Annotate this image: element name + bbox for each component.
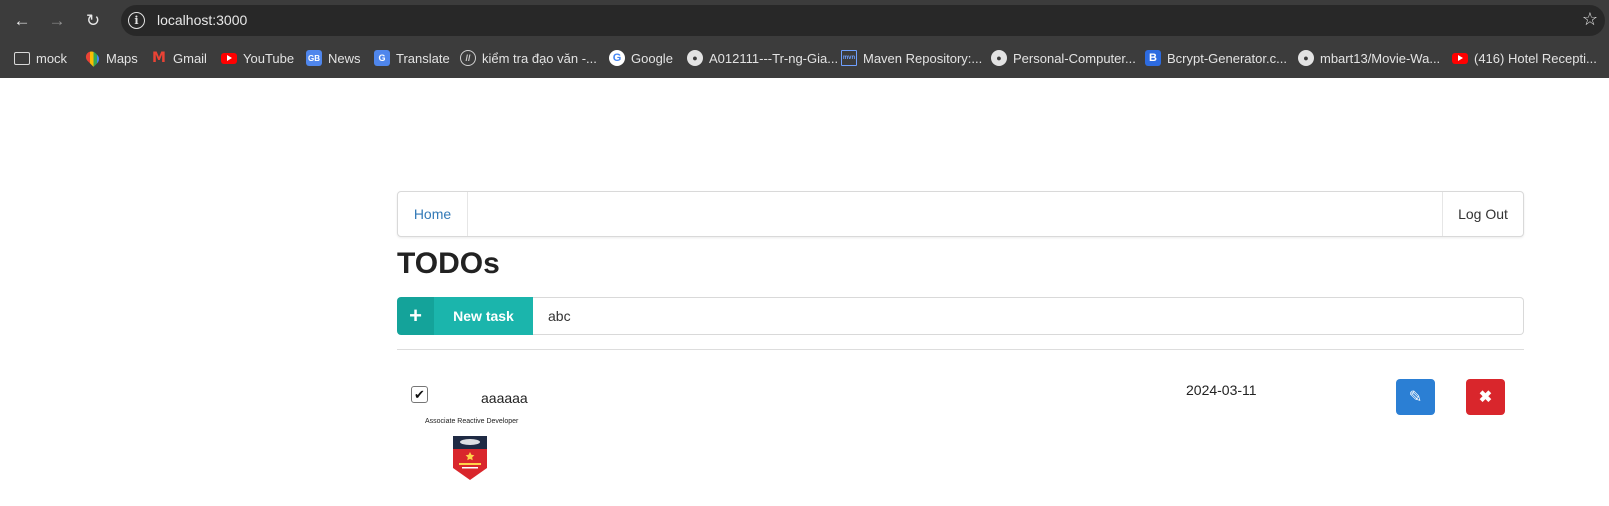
bookmark-star-icon[interactable]: ☆	[1582, 9, 1598, 30]
bookmark-plagiarism[interactable]: // kiểm tra đạo văn -...	[460, 48, 597, 68]
attachment-caption: Associate Reactive Developer	[425, 418, 519, 425]
bookmark-hotel-reception[interactable]: (416) Hotel Recepti...	[1452, 48, 1597, 68]
todo-list-item: ✔ aaaaaa 2024-03-11 ✎ ✖ Associate Reacti…	[397, 350, 1524, 500]
google-icon: G	[609, 50, 625, 66]
back-arrow-icon[interactable]: ←	[10, 9, 34, 33]
browser-chrome: ← → ↻ i localhost:3000 ☆ mock Maps M Gma…	[0, 0, 1609, 78]
nav-home-link[interactable]: Home	[398, 192, 468, 236]
edit-button[interactable]: ✎	[1396, 379, 1435, 415]
bookmark-youtube[interactable]: YouTube	[221, 48, 294, 68]
todo-date: 2024-03-11	[1186, 382, 1257, 398]
new-task-button[interactable]: New task	[434, 297, 533, 335]
pencil-icon: ✎	[1408, 389, 1423, 406]
browser-toolbar: ← → ↻ i localhost:3000 ☆	[0, 0, 1609, 40]
bookmark-label: mock	[36, 50, 68, 66]
bookmark-label: Maven Repository:...	[863, 50, 983, 66]
bcrypt-icon: B	[1145, 50, 1161, 66]
github-icon: ●	[991, 50, 1007, 66]
bookmark-label: Maps	[106, 50, 138, 66]
bookmark-github-repo[interactable]: ● A012111---Tr-ng-Gia...	[687, 48, 838, 68]
page-title: TODOs	[397, 247, 500, 280]
bookmark-label: YouTube	[243, 50, 295, 66]
plus-icon[interactable]: +	[397, 297, 434, 335]
bookmark-maven[interactable]: mvn Maven Repository:...	[841, 48, 982, 68]
bookmark-bcrypt[interactable]: B Bcrypt-Generator.c...	[1145, 48, 1287, 68]
translate-icon: G	[374, 50, 390, 66]
bookmark-label: (416) Hotel Recepti...	[1474, 50, 1597, 66]
bookmark-maps[interactable]: Maps	[83, 48, 138, 68]
bookmark-label: Bcrypt-Generator.c...	[1167, 50, 1287, 66]
site-info-icon[interactable]: i	[128, 12, 145, 29]
bookmark-label: Gmail	[173, 50, 207, 66]
delete-button[interactable]: ✖	[1466, 379, 1505, 415]
address-bar[interactable]: i localhost:3000 ☆	[121, 5, 1605, 36]
logout-link[interactable]: Log Out	[1442, 192, 1523, 236]
bookmark-label: Google	[631, 50, 673, 66]
maps-icon	[83, 49, 101, 67]
close-icon: ✖	[1478, 389, 1493, 406]
plagiarism-icon: //	[460, 50, 476, 66]
checkmark-icon: ✔	[414, 386, 425, 402]
url-text[interactable]: localhost:3000	[157, 12, 247, 28]
bookmark-label: Translate	[396, 50, 450, 66]
bookmark-gmail[interactable]: M Gmail	[151, 48, 207, 68]
reload-icon[interactable]: ↻	[81, 9, 105, 33]
bookmark-label: kiểm tra đạo văn -...	[482, 50, 597, 66]
bookmark-label: Personal-Computer...	[1013, 50, 1136, 66]
youtube-icon	[221, 52, 237, 64]
app-navbar: Home Log Out	[397, 191, 1524, 237]
folder-icon	[14, 51, 30, 65]
news-icon: GB	[306, 50, 322, 66]
bookmark-label: A012111---Tr-ng-Gia...	[709, 50, 839, 66]
bookmark-news[interactable]: GB News	[306, 48, 361, 68]
new-task-input[interactable]	[533, 297, 1524, 335]
youtube-icon	[1452, 52, 1468, 64]
github-icon: ●	[687, 50, 703, 66]
bookmark-mock[interactable]: mock	[14, 48, 67, 68]
bookmark-label: News	[328, 50, 361, 66]
bookmark-personal-computer[interactable]: ● Personal-Computer...	[991, 48, 1136, 68]
github-icon: ●	[1298, 50, 1314, 66]
bookmark-label: mbart13/Movie-Wa...	[1320, 50, 1441, 66]
maven-icon: mvn	[841, 50, 857, 66]
bookmark-translate[interactable]: G Translate	[374, 48, 450, 68]
gmail-icon: M	[152, 50, 166, 66]
bookmark-google[interactable]: G Google	[609, 48, 673, 68]
todo-title: aaaaaa	[481, 390, 528, 406]
todo-checkbox[interactable]: ✔	[411, 386, 428, 403]
bookmark-movie-wa[interactable]: ● mbart13/Movie-Wa...	[1298, 48, 1440, 68]
certification-badge-image	[453, 436, 487, 480]
forward-arrow-icon[interactable]: →	[45, 9, 69, 33]
bookmarks-bar: mock Maps M Gmail YouTube GB News G Tran…	[0, 40, 1609, 78]
new-task-form: + New task	[397, 297, 1524, 335]
